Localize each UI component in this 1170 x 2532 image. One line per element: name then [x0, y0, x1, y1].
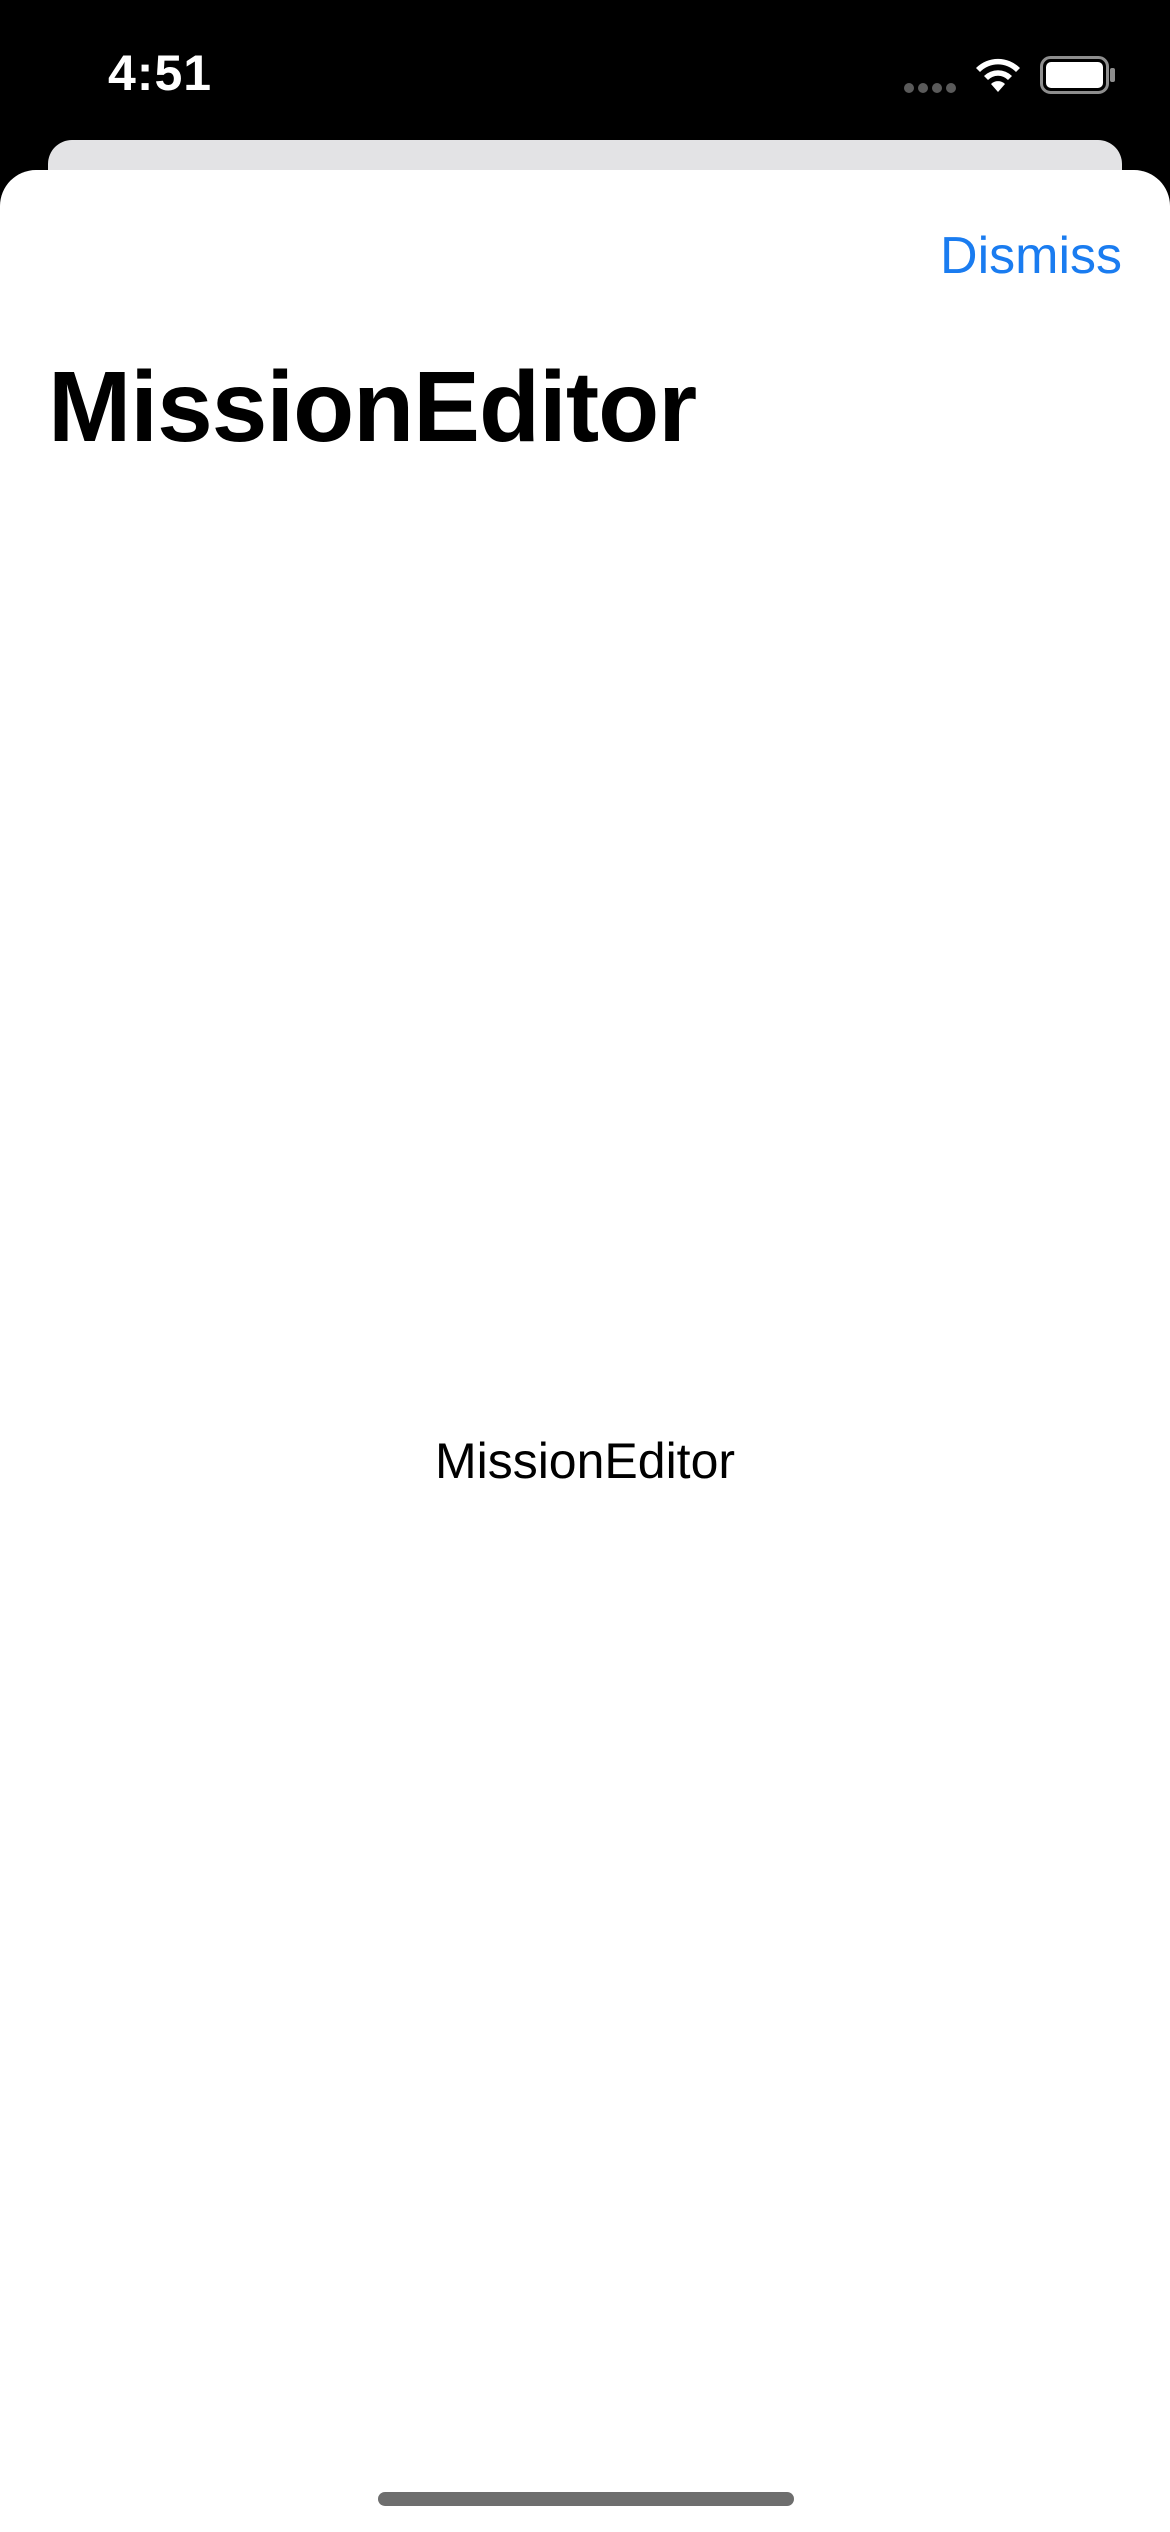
- status-bar: 4:51: [0, 0, 1170, 150]
- dismiss-button[interactable]: Dismiss: [940, 226, 1122, 286]
- cellular-signal-icon: [904, 80, 960, 93]
- wifi-icon: [976, 58, 1020, 92]
- modal-sheet: Dismiss MissionEditor MissionEditor: [0, 170, 1170, 2532]
- status-time: 4:51: [108, 45, 213, 101]
- page-title: MissionEditor: [48, 351, 697, 463]
- device-screen: 4:51 Dismiss MissionEditor MissionEditor: [0, 0, 1170, 2532]
- content-label: MissionEditor: [434, 1433, 736, 1489]
- home-indicator[interactable]: [378, 2492, 794, 2506]
- battery-icon: [1040, 56, 1115, 94]
